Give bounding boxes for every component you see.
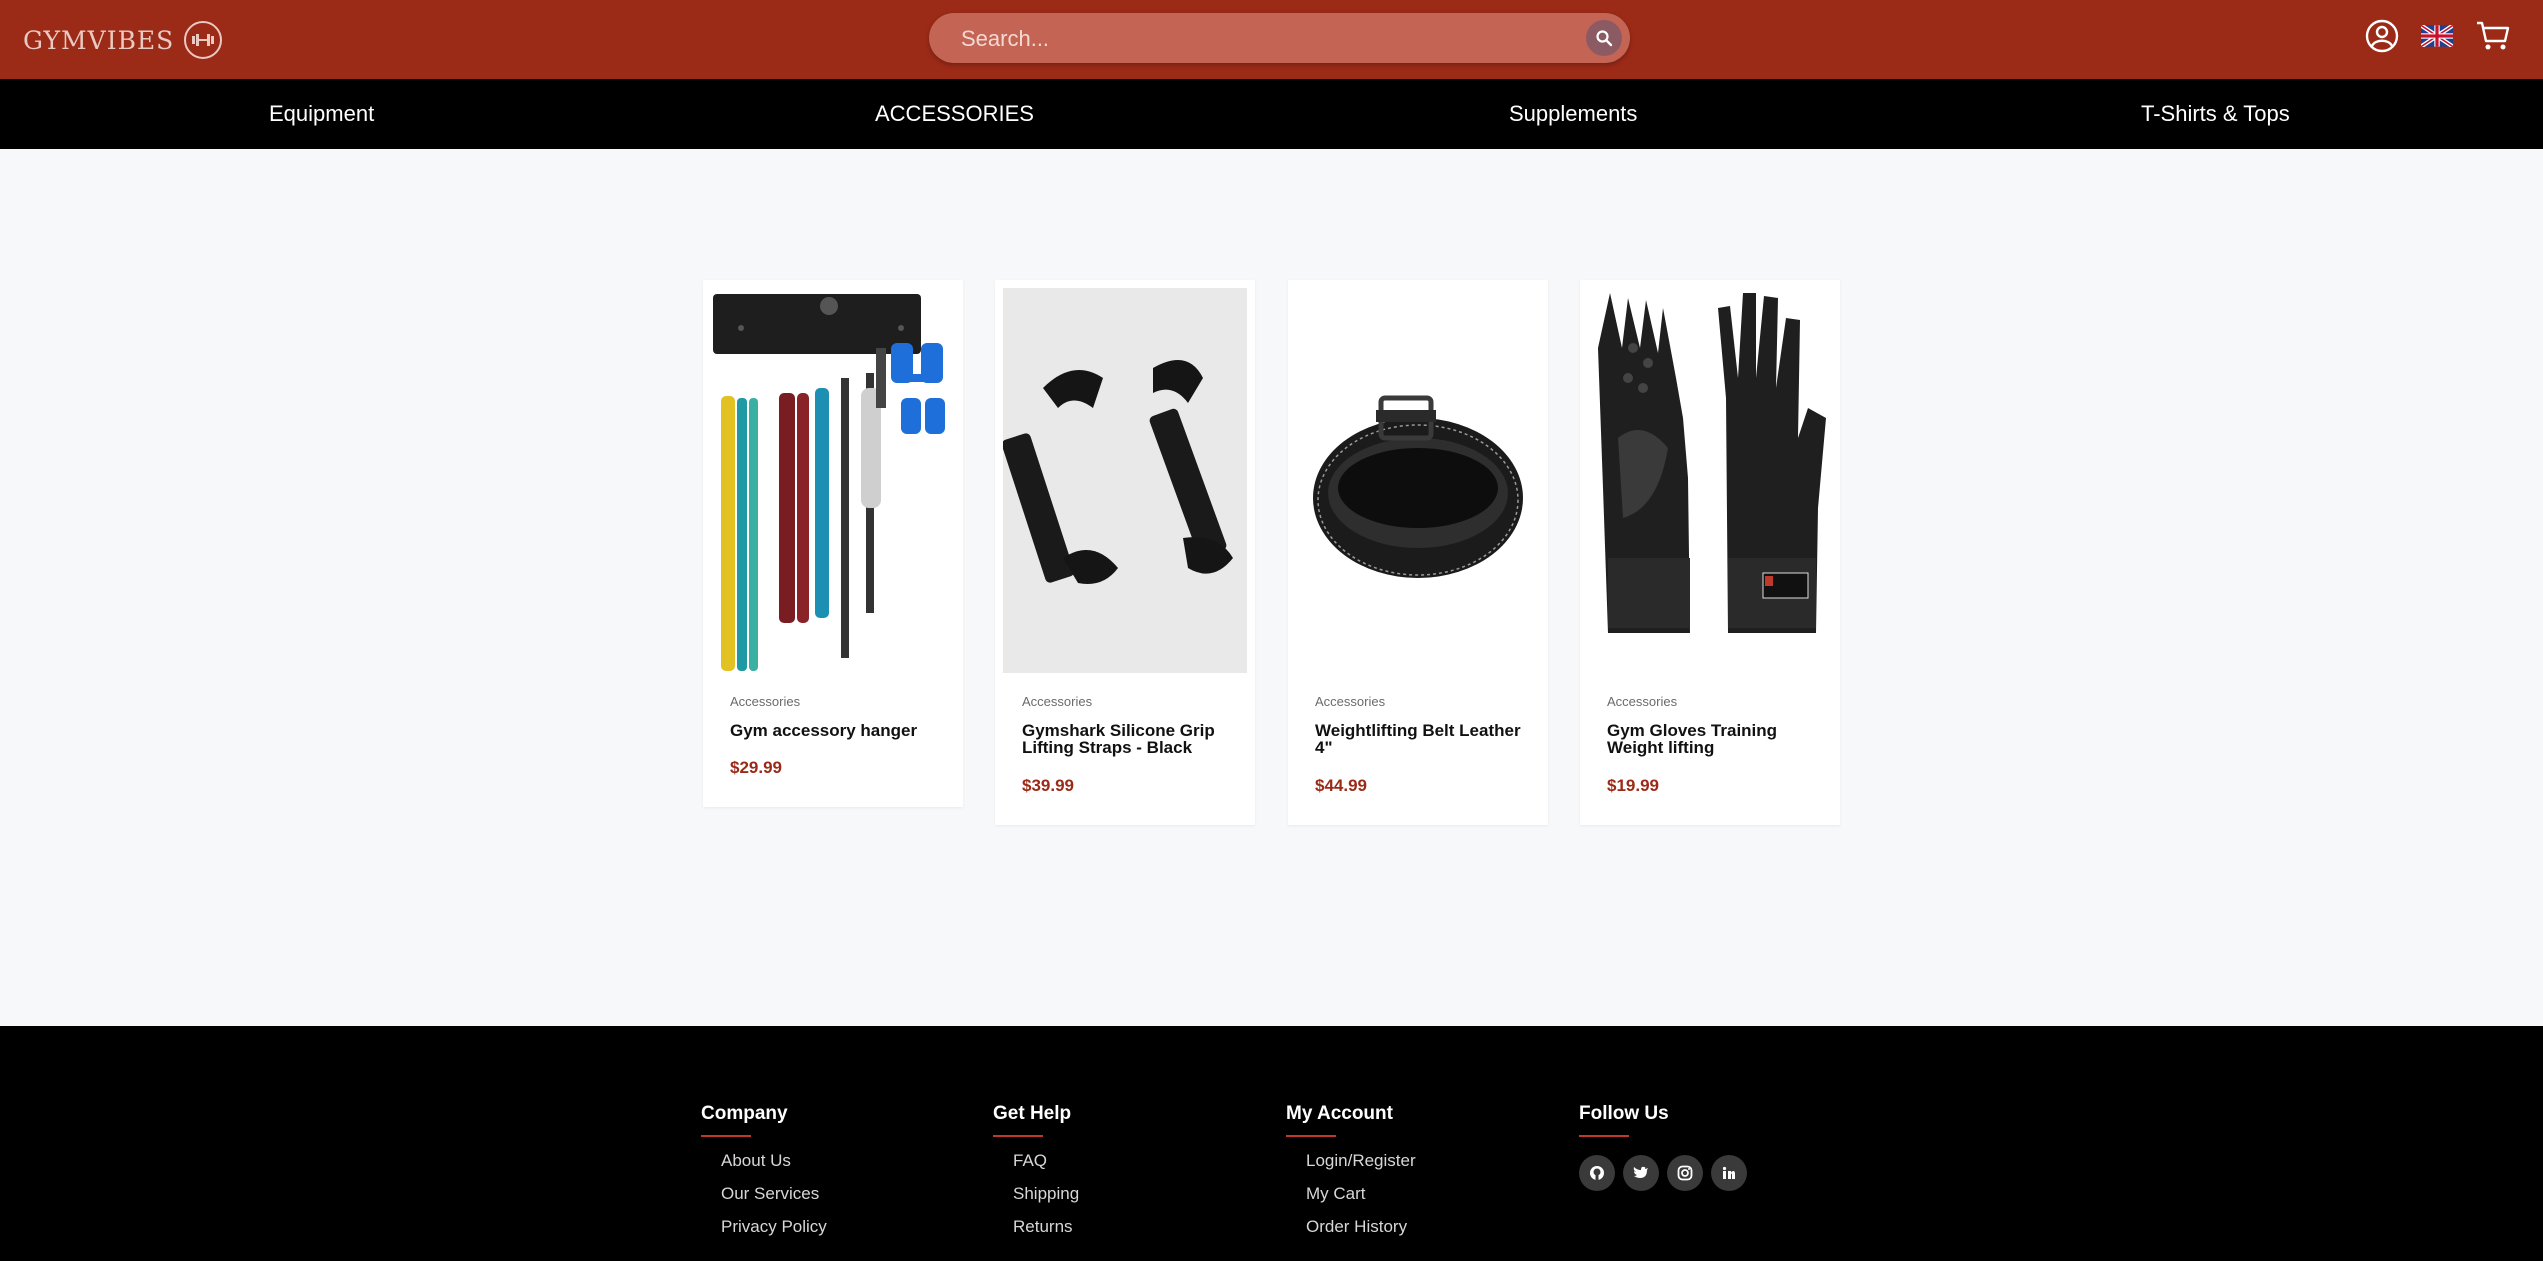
- nav-supplements[interactable]: Supplements: [1509, 79, 1637, 149]
- dumbbell-icon: [184, 21, 223, 59]
- product-category: Accessories: [1022, 694, 1093, 709]
- site-footer: Company About Us Our Services Privacy Po…: [0, 1026, 2543, 1261]
- search-bar: [929, 13, 1630, 65]
- footer-link-my-cart[interactable]: My Cart: [1306, 1184, 1366, 1203]
- product-card-lifting-straps[interactable]: Accessories Gymshark Silicone Grip Lifti…: [995, 280, 1255, 825]
- product-name[interactable]: Weightlifting Belt Leather 4": [1315, 722, 1530, 756]
- category-nav: Equipment ACCESSORIES Supplements T-Shir…: [0, 79, 2543, 149]
- product-card-weightlifting-belt[interactable]: Accessories Weightlifting Belt Leather 4…: [1288, 280, 1548, 825]
- brand-logo[interactable]: GYMVIBES: [23, 18, 223, 62]
- product-image-gloves[interactable]: [1588, 288, 1832, 673]
- product-category: Accessories: [1607, 694, 1678, 709]
- product-card-gym-accessory-hanger[interactable]: Accessories Gym accessory hanger $29.99: [703, 280, 963, 807]
- brand-name: GYMVIBES: [23, 25, 175, 55]
- product-name[interactable]: Gym Gloves Training Weight lifting: [1607, 722, 1822, 756]
- footer-link-order-history[interactable]: Order History: [1306, 1217, 1407, 1236]
- footer-get-help: Get Help FAQ Shipping Returns: [993, 1103, 1079, 1250]
- cart-icon[interactable]: [2475, 20, 2511, 56]
- product-image-belt[interactable]: [1296, 288, 1540, 673]
- nav-tshirts-tops[interactable]: T-Shirts & Tops: [2141, 79, 2290, 149]
- footer-heading-get-help: Get Help: [993, 1103, 1079, 1137]
- product-name[interactable]: Gym accessory hanger: [730, 722, 945, 739]
- header-actions: [2365, 18, 2511, 58]
- footer-heading-company: Company: [701, 1103, 827, 1137]
- product-category: Accessories: [730, 694, 801, 709]
- footer-link-about-us[interactable]: About Us: [721, 1151, 791, 1170]
- product-price: $19.99: [1607, 776, 1659, 795]
- product-price: $44.99: [1315, 776, 1367, 795]
- footer-link-privacy-policy[interactable]: Privacy Policy: [721, 1217, 827, 1236]
- footer-link-login-register[interactable]: Login/Register: [1306, 1151, 1416, 1170]
- linkedin-icon[interactable]: [1711, 1155, 1747, 1191]
- user-icon[interactable]: [2365, 19, 2399, 57]
- github-icon[interactable]: [1579, 1155, 1615, 1191]
- nav-equipment[interactable]: Equipment: [269, 79, 374, 149]
- product-category: Accessories: [1315, 694, 1386, 709]
- footer-link-faq[interactable]: FAQ: [1013, 1151, 1047, 1170]
- search-icon: [1596, 30, 1613, 47]
- uk-flag-icon[interactable]: [2419, 23, 2455, 51]
- product-image-straps[interactable]: [1003, 288, 1247, 673]
- product-price: $39.99: [1022, 776, 1074, 795]
- footer-heading-follow-us: Follow Us: [1579, 1103, 1747, 1137]
- footer-link-shipping[interactable]: Shipping: [1013, 1184, 1079, 1203]
- footer-my-account: My Account Login/Register My Cart Order …: [1286, 1103, 1416, 1250]
- footer-heading-my-account: My Account: [1286, 1103, 1416, 1137]
- social-links: [1579, 1155, 1747, 1191]
- search-input[interactable]: [959, 13, 1563, 65]
- footer-link-our-services[interactable]: Our Services: [721, 1184, 819, 1203]
- twitter-icon[interactable]: [1623, 1155, 1659, 1191]
- top-header: GYMVIBES: [0, 0, 2543, 79]
- product-image-hanger[interactable]: [711, 288, 955, 673]
- product-name[interactable]: Gymshark Silicone Grip Lifting Straps - …: [1022, 722, 1237, 756]
- product-card-gym-gloves[interactable]: Accessories Gym Gloves Training Weight l…: [1580, 280, 1840, 825]
- footer-company: Company About Us Our Services Privacy Po…: [701, 1103, 827, 1250]
- footer-link-returns[interactable]: Returns: [1013, 1217, 1073, 1236]
- nav-accessories[interactable]: ACCESSORIES: [875, 79, 1034, 149]
- product-price: $29.99: [730, 758, 782, 777]
- search-button[interactable]: [1586, 20, 1622, 56]
- instagram-icon[interactable]: [1667, 1155, 1703, 1191]
- footer-follow-us: Follow Us: [1579, 1103, 1747, 1191]
